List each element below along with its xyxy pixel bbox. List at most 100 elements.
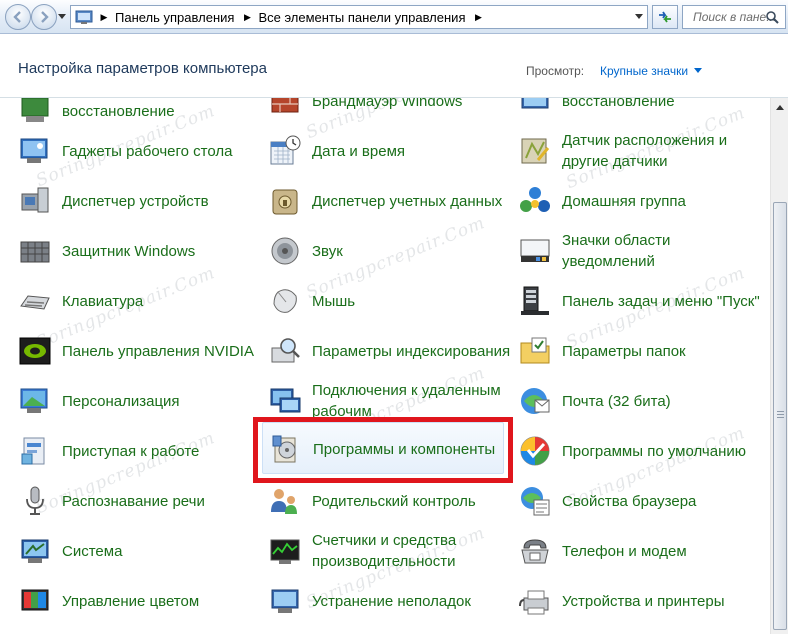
item-label: Параметры индексирования bbox=[312, 342, 511, 360]
firewall-icon bbox=[271, 98, 299, 113]
history-dropdown-icon[interactable] bbox=[58, 12, 66, 20]
search-icon[interactable] bbox=[765, 10, 779, 24]
item-label: Подключения к удаленным рабочим bbox=[312, 382, 501, 420]
item-label: Защитник Windows bbox=[62, 242, 196, 260]
performance-icon bbox=[270, 539, 300, 564]
item-parental-controls[interactable]: Родительский контроль bbox=[268, 478, 513, 524]
phone-modem-icon bbox=[521, 539, 549, 564]
item-label: Диспетчер учетных данных bbox=[312, 192, 503, 210]
item-label: Устройства и принтеры bbox=[562, 592, 725, 610]
item-color-management[interactable]: Управление цветом bbox=[18, 578, 263, 624]
homegroup-icon bbox=[520, 187, 550, 212]
item-notification-icons[interactable]: Значки области уведомлений bbox=[518, 228, 763, 274]
scroll-up-button[interactable] bbox=[772, 98, 788, 115]
troubleshooting-icon bbox=[271, 589, 299, 613]
item-homegroup[interactable]: Домашняя группа bbox=[518, 178, 763, 224]
item-windows-firewall[interactable]: Брандмауэр Windows bbox=[268, 98, 513, 124]
item-keyboard[interactable]: Клавиатура bbox=[18, 278, 263, 324]
color-management-icon bbox=[21, 589, 49, 611]
breadcrumb-separator-icon[interactable]: ▶ bbox=[471, 12, 485, 23]
forward-button[interactable] bbox=[31, 4, 57, 30]
chevron-down-icon[interactable] bbox=[635, 14, 643, 20]
remote-desktop-icon bbox=[270, 388, 301, 413]
item-label: Счетчики и средства производительности bbox=[312, 532, 457, 570]
control-panel-items: Soringpcrepair.Com Soringpcrepair.Com So… bbox=[0, 98, 770, 634]
microphone-icon bbox=[26, 486, 44, 515]
item-label: Свойства браузера bbox=[562, 492, 697, 510]
item-label: Панель управления NVIDIA bbox=[62, 342, 254, 360]
item-programs-features[interactable]: Программы и компоненты bbox=[262, 422, 504, 474]
desktop-gadgets-icon bbox=[20, 138, 48, 163]
date-time-icon bbox=[270, 135, 301, 165]
item-default-programs[interactable]: Программы по умолчанию bbox=[518, 428, 763, 474]
item-label: Родительский контроль bbox=[312, 492, 476, 510]
item-windows-defender[interactable]: Защитник Windows bbox=[18, 228, 263, 274]
breadcrumb[interactable]: ▶ Панель управления ▶ Все элементы панел… bbox=[70, 5, 648, 29]
breadcrumb-separator-icon[interactable]: ▶ bbox=[97, 12, 111, 23]
vertical-scrollbar[interactable] bbox=[770, 98, 788, 634]
item-label: Мышь bbox=[312, 292, 356, 310]
scrollbar-thumb[interactable] bbox=[773, 202, 787, 630]
refresh-button[interactable] bbox=[652, 5, 678, 29]
location-sensors-icon bbox=[521, 138, 550, 164]
devices-printers-icon bbox=[519, 590, 549, 615]
item-internet-options[interactable]: Свойства браузера bbox=[518, 478, 763, 524]
sound-icon bbox=[271, 237, 299, 265]
item-label: Программы по умолчанию bbox=[562, 442, 746, 460]
item-location-sensors[interactable]: Датчик расположения и другие датчики bbox=[518, 128, 763, 174]
item-label: Система bbox=[62, 542, 123, 560]
back-arrow-icon bbox=[13, 11, 21, 23]
item-folder-options[interactable]: Параметры папок bbox=[518, 328, 763, 374]
scrollbar-grip bbox=[777, 411, 784, 412]
back-button[interactable] bbox=[5, 4, 31, 30]
item-credential-manager[interactable]: Диспетчер учетных данных bbox=[268, 178, 513, 224]
item-performance[interactable]: Счетчики и средства производительности bbox=[268, 528, 513, 574]
search-input[interactable]: Поиск в пане... bbox=[682, 5, 786, 29]
item-getting-started[interactable]: Приступая к работе bbox=[18, 428, 263, 474]
item-phone-modem[interactable]: Телефон и модем bbox=[518, 528, 763, 574]
item-label: Параметры папок bbox=[562, 342, 686, 360]
breadcrumb-control-panel[interactable]: Панель управления bbox=[111, 10, 240, 25]
item-label: Клавиатура bbox=[62, 292, 144, 310]
windows-defender-icon bbox=[20, 241, 50, 263]
breadcrumb-separator-icon[interactable]: ▶ bbox=[240, 12, 254, 23]
item-speech-recognition[interactable]: Распознавание речи bbox=[18, 478, 263, 524]
address-bar: ▶ Панель управления ▶ Все элементы панел… bbox=[0, 0, 788, 34]
parental-controls-icon bbox=[271, 489, 297, 514]
item-label: Домашняя группа bbox=[562, 192, 686, 210]
item-taskbar-start-menu[interactable]: Панель задач и меню "Пуск" bbox=[518, 278, 763, 324]
getting-started-icon bbox=[21, 437, 45, 465]
mail-icon bbox=[521, 388, 550, 414]
system-icon bbox=[21, 539, 49, 563]
breadcrumb-all-items[interactable]: Все элементы панели управления bbox=[254, 10, 471, 25]
item-label: Датчик расположения и другие датчики bbox=[562, 132, 728, 170]
indexing-icon bbox=[271, 338, 300, 363]
item-label: Программы и компоненты bbox=[313, 440, 496, 458]
item-mail[interactable]: Почта (32 бита) bbox=[518, 378, 763, 424]
item-desktop-gadgets[interactable]: Гаджеты рабочего стола bbox=[18, 128, 263, 174]
item-nvidia[interactable]: Панель управления NVIDIA bbox=[18, 328, 263, 374]
item-label: Значки области уведомлений bbox=[562, 232, 671, 270]
item-date-time[interactable]: Дата и время bbox=[268, 128, 513, 174]
chevron-down-icon[interactable] bbox=[694, 68, 702, 74]
forward-arrow-icon bbox=[41, 11, 49, 23]
item-label: Распознавание речи bbox=[62, 492, 205, 510]
item-indexing-options[interactable]: Параметры индексирования bbox=[268, 328, 513, 374]
item-device-manager[interactable]: Диспетчер устройств bbox=[18, 178, 263, 224]
view-by-dropdown[interactable]: Крупные значки bbox=[600, 64, 688, 78]
content-header: Настройка параметров компьютера Просмотр… bbox=[0, 34, 788, 98]
default-programs-icon bbox=[520, 436, 550, 466]
nvidia-icon bbox=[19, 337, 51, 365]
item-personalization[interactable]: Персонализация bbox=[18, 378, 263, 424]
credential-manager-icon bbox=[272, 189, 298, 215]
internet-options-icon bbox=[521, 487, 550, 516]
item-recovery[interactable]: восстановление bbox=[518, 98, 763, 124]
item-sound[interactable]: Звук bbox=[268, 228, 513, 274]
item-mouse[interactable]: Мышь bbox=[268, 278, 513, 324]
item-label: Панель задач и меню "Пуск" bbox=[562, 292, 760, 310]
item-troubleshooting[interactable]: Устранение неполадок bbox=[268, 578, 513, 624]
item-devices-printers[interactable]: Устройства и принтеры bbox=[518, 578, 763, 624]
item-remote-desktop[interactable]: Подключения к удаленным рабочим bbox=[268, 378, 513, 424]
backup-restore-icon bbox=[21, 98, 49, 122]
item-system[interactable]: Система bbox=[18, 528, 263, 574]
